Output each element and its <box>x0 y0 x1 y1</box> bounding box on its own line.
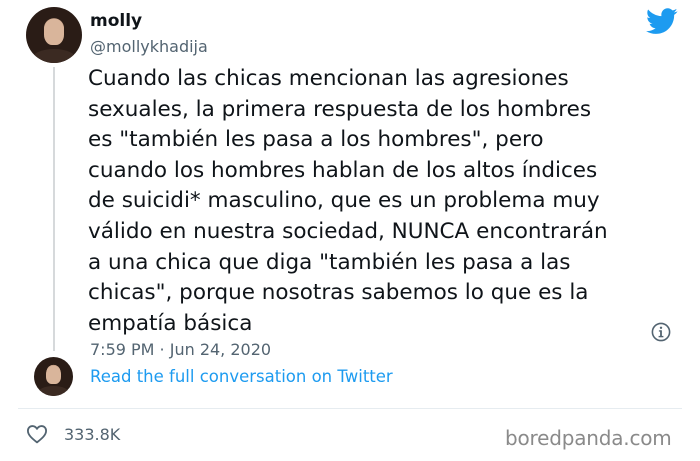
reply-avatar[interactable] <box>34 357 73 396</box>
tweet-timestamp[interactable]: 7:59 PM · Jun 24, 2020 <box>90 340 271 359</box>
info-icon[interactable] <box>651 322 671 342</box>
heart-icon[interactable] <box>26 424 48 444</box>
avatar-face <box>46 365 61 384</box>
avatar-shoulders <box>37 386 70 396</box>
avatar[interactable] <box>26 7 82 63</box>
read-full-conversation-link[interactable]: Read the full conversation on Twitter <box>90 367 393 386</box>
display-name[interactable]: molly <box>90 11 142 31</box>
avatar-face <box>43 19 65 46</box>
thread-line <box>53 67 55 351</box>
user-handle[interactable]: @mollykhadija <box>90 37 208 56</box>
tweet-text: Cuando las chicas mencionan las agresion… <box>88 66 608 336</box>
twitter-bird-icon[interactable] <box>646 8 678 35</box>
divider <box>18 408 682 409</box>
avatar-shoulders <box>31 49 77 63</box>
like-count[interactable]: 333.8K <box>64 425 120 444</box>
watermark: boredpanda.com <box>505 426 672 450</box>
